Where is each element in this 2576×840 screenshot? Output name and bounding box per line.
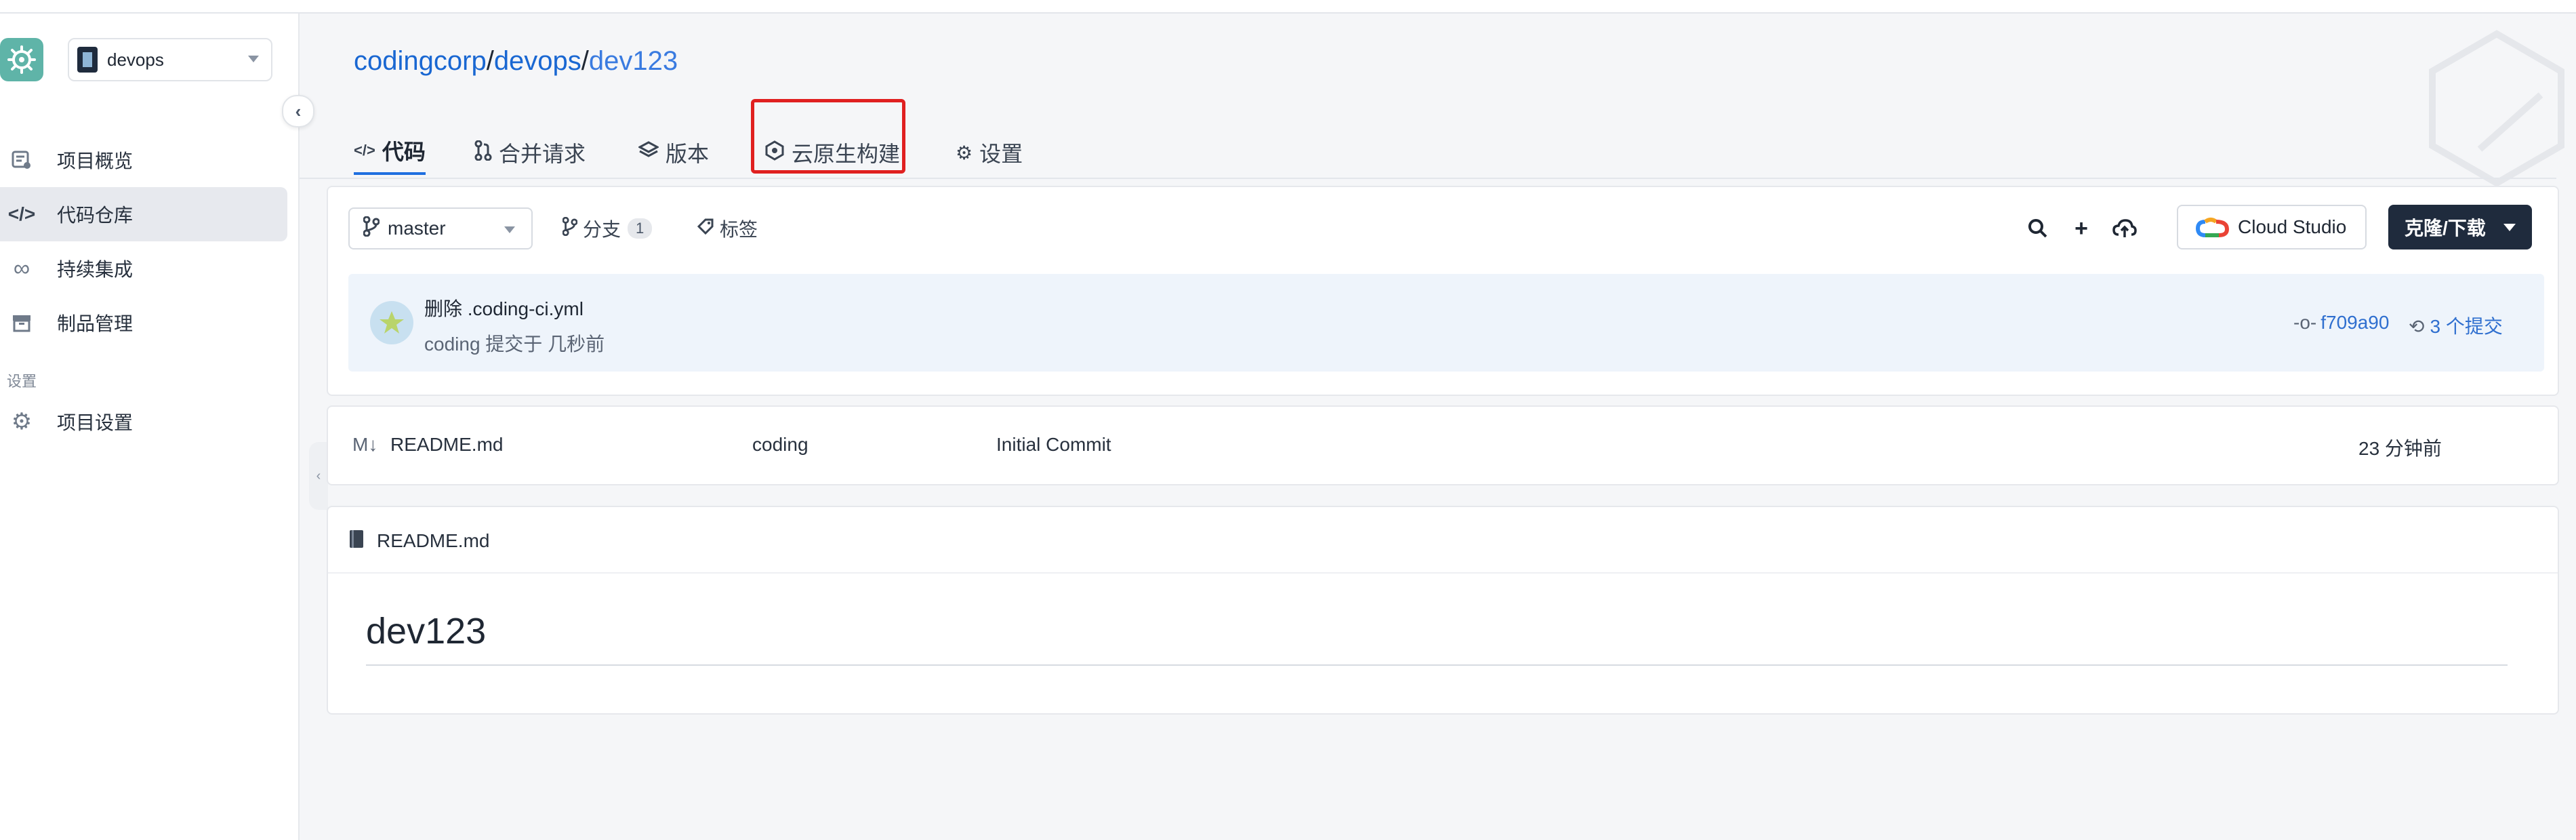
gear-icon: ⚙: [11, 409, 33, 435]
project-name: devops: [107, 49, 164, 70]
breadcrumb-project[interactable]: devops: [494, 46, 581, 76]
add-file-button[interactable]: +: [2064, 212, 2098, 245]
search-button[interactable]: [2021, 212, 2055, 245]
sidebar-item-label: 项目概览: [57, 151, 134, 172]
tab-label: 合并请求: [499, 142, 586, 166]
tab-label: 代码: [382, 140, 426, 164]
star-avatar-icon: [380, 311, 404, 334]
tag-icon: [697, 218, 714, 240]
overview-icon: [8, 150, 35, 170]
sidebar-section-label: 设置: [7, 373, 37, 390]
clone-label: 克隆/下载: [2405, 218, 2486, 239]
chevron-left-icon: ‹: [295, 100, 302, 121]
tab-merge-requests[interactable]: 合并请求: [474, 129, 586, 176]
tab-label: 设置: [979, 142, 1023, 166]
breadcrumb-separator: /: [486, 46, 494, 76]
package-icon: [8, 313, 35, 333]
tab-settings[interactable]: ⚙ 设置: [956, 129, 1023, 176]
sidebar-item-artifacts[interactable]: 制品管理: [0, 296, 287, 350]
sidebar-item-overview[interactable]: 项目概览: [0, 133, 287, 187]
readme-panel: README.md dev123: [327, 506, 2559, 715]
main-content: codingcorp/devops/dev123 </> 代码 合并请求 版本 …: [300, 14, 2576, 840]
readme-header: README.md: [328, 507, 2558, 574]
sidebar-item-label: 持续集成: [57, 259, 134, 280]
history-icon: ⟲: [2409, 316, 2425, 337]
tab-releases[interactable]: 版本: [637, 129, 710, 176]
app-logo[interactable]: [0, 38, 43, 81]
breadcrumb-repo[interactable]: dev123: [589, 46, 678, 76]
highlight-box: [751, 99, 905, 174]
sidebar-item-label: 制品管理: [57, 313, 134, 334]
branch-icon: [363, 216, 380, 241]
branches-link[interactable]: 分支 1: [562, 207, 653, 249]
code-icon: </>: [7, 203, 36, 224]
file-list: M↓ README.md coding Initial Commit 23 分钟…: [327, 405, 2559, 485]
chevron-down-icon: [248, 56, 259, 62]
readme-file-name: README.md: [377, 530, 490, 551]
top-border: [0, 0, 2576, 14]
cloud-studio-label: Cloud Studio: [2238, 216, 2347, 237]
commit-message[interactable]: 删除 .coding-ci.yml: [424, 294, 584, 321]
markdown-icon: M↓: [352, 434, 378, 455]
merge-request-icon: [474, 140, 492, 165]
table-row[interactable]: M↓ README.md coding Initial Commit 23 分钟…: [328, 407, 2558, 484]
commit-meta: coding 提交于 几秒前: [424, 334, 605, 355]
code-icon: </>: [354, 142, 375, 159]
branches-count-badge: 1: [628, 218, 653, 239]
branches-label: 分支: [583, 219, 621, 240]
breadcrumb-separator: /: [581, 46, 589, 76]
plus-icon: +: [2074, 215, 2088, 241]
gear-icon: ⚙: [956, 142, 973, 163]
last-commit-box: 删除 .coding-ci.yml coding 提交于 几秒前 -o-f709…: [348, 274, 2544, 372]
sidebar-collapse-button[interactable]: ‹: [282, 95, 314, 127]
book-icon: [348, 529, 365, 554]
file-author: coding: [752, 434, 809, 455]
search-icon: [2028, 219, 2047, 238]
chevron-down-icon: [2503, 224, 2516, 231]
chevron-down-icon: [504, 226, 515, 233]
sidebar-item-label: 代码仓库: [57, 205, 134, 226]
avatar[interactable]: [370, 301, 413, 344]
tab-label: 版本: [666, 142, 710, 166]
commits-count-link[interactable]: ⟲ 3 个提交: [2409, 312, 2503, 339]
sidebar-item-code-repo[interactable]: </> 代码仓库: [0, 187, 287, 241]
infinity-icon: ∞: [13, 255, 30, 281]
readme-heading: dev123: [366, 611, 487, 652]
divider: [366, 664, 2508, 666]
file-time: 23 分钟前: [2358, 438, 2442, 459]
clone-download-button[interactable]: 克隆/下载: [2388, 205, 2532, 249]
tags-link[interactable]: 标签: [697, 207, 758, 249]
tags-label: 标签: [720, 219, 758, 240]
branch-icon: [562, 216, 578, 241]
commit-icon: -o-: [2293, 312, 2317, 333]
branch-selector[interactable]: master: [348, 207, 533, 249]
file-commit-message[interactable]: Initial Commit: [996, 434, 1111, 456]
sidebar: devops 项目概览 </> 代码仓库 ∞ 持续集成 制品管理 设置 ⚙ 项目…: [0, 14, 300, 840]
breadcrumb: codingcorp/devops/dev123: [354, 46, 678, 77]
layers-icon: [637, 140, 660, 165]
breadcrumb-org[interactable]: codingcorp: [354, 46, 487, 76]
branch-name: master: [388, 218, 446, 239]
commit-hash-link[interactable]: -o-f709a90: [2293, 312, 2389, 334]
sidebar-item-project-settings[interactable]: ⚙ 项目设置: [0, 395, 287, 449]
project-selector[interactable]: devops: [68, 38, 272, 81]
cloud-upload-icon: [2112, 219, 2137, 237]
cloud-studio-button[interactable]: Cloud Studio: [2177, 205, 2367, 249]
tab-code[interactable]: </> 代码: [354, 129, 426, 175]
repo-tabs: </> 代码 合并请求 版本 云原生构建 ⚙ 设置: [300, 115, 2556, 179]
commits-count: 3 个提交: [2430, 316, 2503, 337]
project-icon: [77, 47, 98, 73]
file-name[interactable]: README.md: [390, 434, 503, 456]
gear-logo-icon: [7, 45, 36, 74]
upload-button[interactable]: [2108, 212, 2142, 245]
commit-hash: f709a90: [2321, 312, 2390, 333]
cloud-studio-icon: [2196, 218, 2230, 237]
sidebar-item-ci[interactable]: ∞ 持续集成: [0, 241, 287, 296]
sidebar-item-label: 项目设置: [57, 412, 134, 433]
repo-header-card: master 分支 1 标签 + Cloud Studio 克隆/下载 删除 .…: [327, 186, 2559, 396]
